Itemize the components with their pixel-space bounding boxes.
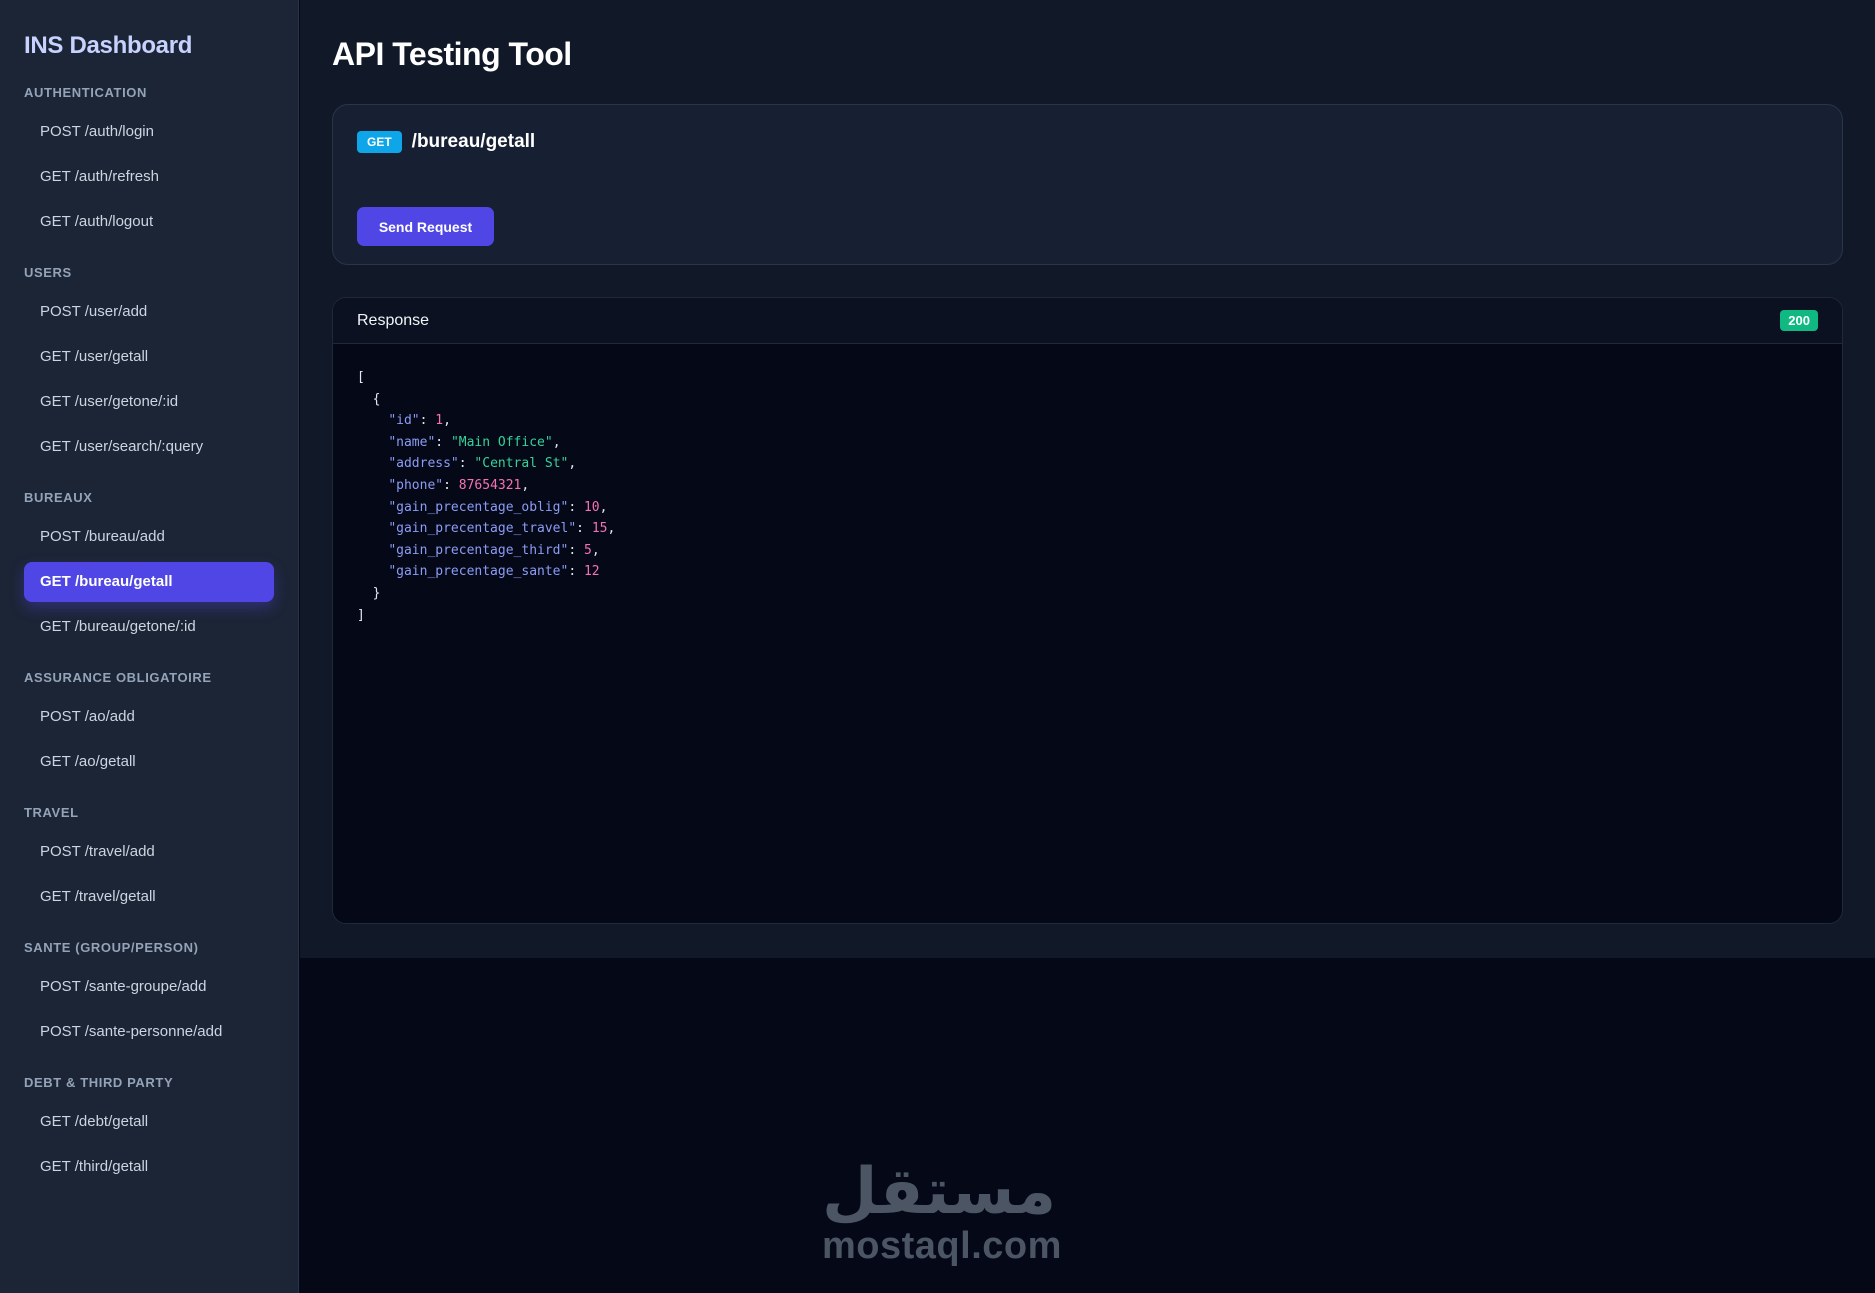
watermark-latin: mostaql.com <box>822 1225 1062 1267</box>
watermark-arabic: مستقل <box>822 1155 1057 1229</box>
page-title: API Testing Tool <box>332 36 572 72</box>
nav-section: SANTE (GROUP/PERSON) POST /sante-groupe/a… <box>24 939 274 1052</box>
nav-section-title: AUTHENTICATION <box>24 85 147 100</box>
nav-section: BUREAUX POST /bureau/add GET /bureau/getal… <box>24 489 274 647</box>
response-title: Response <box>357 311 430 329</box>
sidebar-item-get-travel-getall[interactable]: GET /travel/getall <box>24 877 274 917</box>
nav-section-title: USERS <box>24 265 72 280</box>
status-badge: 200 <box>1780 310 1818 331</box>
sidebar-item-get-user-search-query[interactable]: GET /user/search/:query <box>24 427 274 467</box>
watermark-logo: مستقل mostaql.com <box>822 1155 1062 1268</box>
sidebar-item-post-bureau-add[interactable]: POST /bureau/add <box>24 517 274 557</box>
sidebar-item-get-auth-refresh[interactable]: GET /auth/refresh <box>24 157 274 197</box>
request-card: GET /bureau/getall Send Request <box>332 104 1843 265</box>
sidebar-item-get-user-getone-id[interactable]: GET /user/getone/:id <box>24 382 274 422</box>
nav-section-title: DEBT & THIRD PARTY <box>24 1075 174 1090</box>
sidebar-item-get-debt-getall[interactable]: GET /debt/getall <box>24 1102 274 1142</box>
sidebar-item-get-bureau-getall[interactable]: GET /bureau/getall <box>24 562 274 602</box>
endpoint-nav: AUTHENTICATION POST /auth/login GET /auth/… <box>24 84 274 1187</box>
main-panel: API Testing Tool GET /bureau/getall Send… <box>300 0 1875 958</box>
sidebar-item-post-travel-add[interactable]: POST /travel/add <box>24 832 274 872</box>
nav-section-title: ASSURANCE OBLIGATOIRE <box>24 670 212 685</box>
sidebar-item-post-ao-add[interactable]: POST /ao/add <box>24 697 274 737</box>
nav-section-title: TRAVEL <box>24 805 79 820</box>
sidebar-item-post-sante-groupe-add[interactable]: POST /sante-groupe/add <box>24 967 274 1007</box>
nav-section: USERS POST /user/add GET /user/getall GET /… <box>24 264 274 467</box>
send-request-button[interactable]: Send Request <box>357 207 494 246</box>
sidebar-item-get-ao-getall[interactable]: GET /ao/getall <box>24 742 274 782</box>
response-card: Response 200 [ { "id": 1, "name": "Main … <box>332 297 1843 924</box>
response-body[interactable]: [ { "id": 1, "name": "Main Office", "add… <box>333 344 1842 649</box>
sidebar-item-get-user-getall[interactable]: GET /user/getall <box>24 337 274 377</box>
brand-title: INS Dashboard <box>24 32 193 59</box>
response-header: Response 200 <box>333 298 1842 344</box>
sidebar-item-post-auth-login[interactable]: POST /auth/login <box>24 112 274 152</box>
nav-section-title: SANTE (GROUP/PERSON) <box>24 940 199 955</box>
endpoint-path: /bureau/getall <box>411 131 536 152</box>
sidebar-item-get-bureau-getone-id[interactable]: GET /bureau/getone/:id <box>24 607 274 647</box>
endpoint-row: GET /bureau/getall <box>357 130 1818 154</box>
sidebar-item-post-user-add[interactable]: POST /user/add <box>24 292 274 332</box>
nav-section: DEBT & THIRD PARTY GET /debt/getall GET /t… <box>24 1074 274 1187</box>
nav-section: TRAVEL POST /travel/add GET /travel/getall <box>24 804 274 917</box>
sidebar: INS Dashboard AUTHENTICATION POST /auth/l… <box>0 0 299 1293</box>
nav-section-title: BUREAUX <box>24 490 93 505</box>
nav-section: AUTHENTICATION POST /auth/login GET /auth/… <box>24 84 274 242</box>
sidebar-item-get-third-getall[interactable]: GET /third/getall <box>24 1147 274 1187</box>
sidebar-item-post-sante-personne-add[interactable]: POST /sante-personne/add <box>24 1012 274 1052</box>
nav-section: ASSURANCE OBLIGATOIRE POST /ao/add GET /ao… <box>24 669 274 782</box>
method-badge: GET <box>357 131 402 153</box>
app-root: INS Dashboard AUTHENTICATION POST /auth/l… <box>0 0 1875 1293</box>
sidebar-item-get-auth-logout[interactable]: GET /auth/logout <box>24 202 274 242</box>
